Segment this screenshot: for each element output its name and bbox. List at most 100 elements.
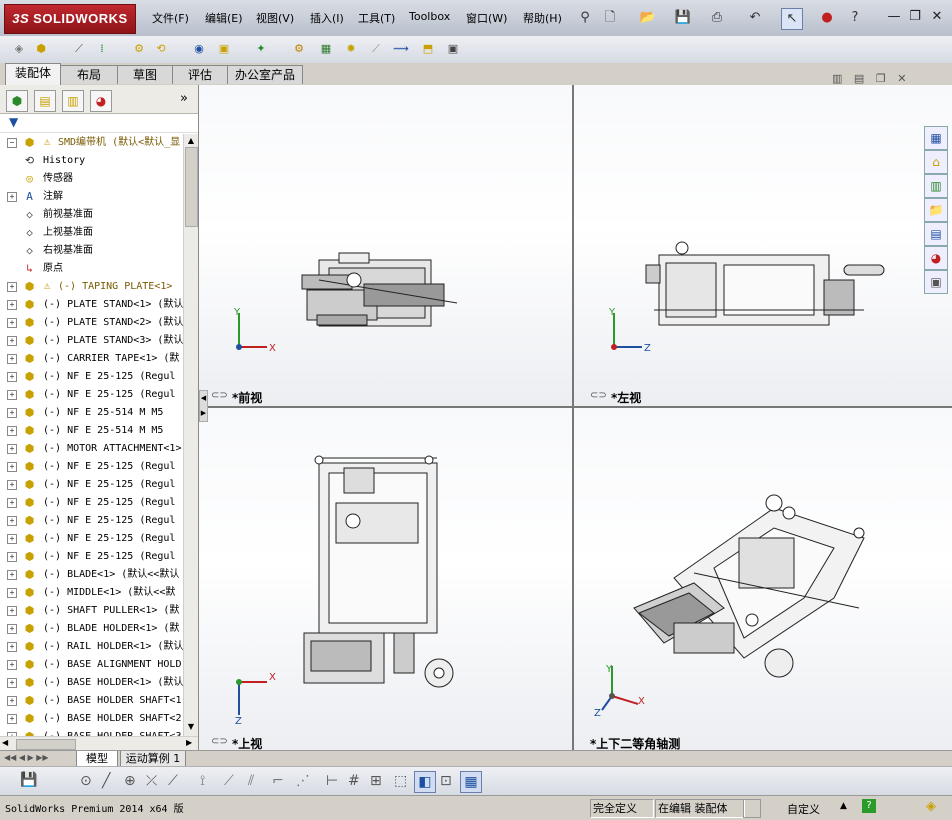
circle-icon[interactable]: ⊙ (80, 773, 92, 789)
mirror-icon[interactable]: ⫽ (248, 773, 254, 789)
tree-expander-icon[interactable]: + (7, 282, 17, 292)
tree-item[interactable]: + ⬢ (-) BASE HOLDER SHAFT<2 (0, 710, 183, 728)
scroll-thumb[interactable] (185, 147, 198, 227)
tree-expander-icon[interactable]: + (7, 624, 17, 634)
show-hidden-icon[interactable]: ◉ (190, 40, 208, 58)
menu-window[interactable]: 窗口(W) (466, 10, 507, 26)
configuration-manager-tab-icon[interactable]: ▥ (62, 90, 84, 112)
tree-item[interactable]: + ⬢ (-) NF E 25-125 (Regul (0, 548, 183, 566)
menu-toolbox[interactable]: Toolbox (409, 10, 450, 23)
panel-expand-icon[interactable]: » (180, 91, 188, 106)
tree-expander-icon[interactable]: + (7, 390, 17, 400)
tree-expander-icon[interactable]: + (7, 588, 17, 598)
shaded-view-icon[interactable]: ◧ (414, 771, 436, 793)
tree-expander-icon[interactable]: + (7, 480, 17, 490)
tab-office-products[interactable]: 办公室产品 (227, 65, 303, 84)
tree-item[interactable]: ◇ 前视基准面 (0, 206, 183, 224)
section-icon[interactable]: ⊡ (440, 773, 452, 789)
menu-help[interactable]: 帮助(H) (523, 10, 562, 26)
hscroll-thumb[interactable] (16, 739, 76, 750)
tree-expander-icon[interactable]: + (7, 534, 17, 544)
tree-item[interactable]: + ⬢ (-) NF E 25-125 (Regul (0, 458, 183, 476)
select-cursor-icon[interactable]: ↖ (781, 8, 803, 30)
tree-expander-icon[interactable]: + (7, 462, 17, 472)
smart-fasteners-icon[interactable]: ⚙ (130, 40, 148, 58)
tab-sketch[interactable]: 草图 (117, 65, 173, 84)
tab-layout[interactable]: 布局 (60, 65, 118, 84)
tree-expander-icon[interactable]: − (7, 138, 17, 148)
tree-item[interactable]: + ⬢ (-) NF E 25-125 (Regul (0, 494, 183, 512)
tree-expander-icon[interactable]: + (7, 408, 17, 418)
tree-item[interactable]: + ⬢ (-) BLADE HOLDER<1> (默 (0, 620, 183, 638)
tree-expander-icon[interactable]: + (7, 642, 17, 652)
tree-item[interactable]: + ⬢ (-) NF E 25-514 M M5 (0, 404, 183, 422)
viewport-front[interactable]: Y X ⊂⊃ *前视 (199, 85, 574, 408)
update-speedpak-icon[interactable]: ⬒ (419, 40, 437, 58)
save-icon[interactable]: 💾 (673, 8, 693, 28)
tab-model[interactable]: 模型 (76, 751, 118, 767)
tree-expander-icon[interactable]: + (7, 426, 17, 436)
tree-item[interactable]: + ⬢ ⚠ (-) TAPING PLATE<1> (0, 278, 183, 296)
notification-icon[interactable]: ◈ (926, 799, 936, 814)
tree-item[interactable]: + ⬢ (-) BASE HOLDER SHAFT<1 (0, 692, 183, 710)
tree-item[interactable]: − ⬢ ⚠ SMD编带机 (默认<默认_显 (0, 134, 183, 152)
save-icon-bottom[interactable]: 💾 (20, 772, 37, 788)
property-manager-tab-icon[interactable]: ▤ (34, 90, 56, 112)
tree-expander-icon[interactable]: + (7, 498, 17, 508)
sketch-tool-icon[interactable]: ⟟ (200, 773, 205, 789)
tree-item[interactable]: ◇ 上视基准面 (0, 224, 183, 242)
view-palette-icon[interactable]: ▤ (924, 222, 948, 246)
split-vertical-icon[interactable]: ▤ (854, 72, 864, 85)
tree-item[interactable]: + ⬢ (-) NF E 25-125 (Regul (0, 512, 183, 530)
filter-icon[interactable]: ▼ (9, 115, 18, 129)
warning-icon[interactable]: ⚠ (40, 135, 54, 149)
tree-expander-icon[interactable]: + (7, 678, 17, 688)
tree-item[interactable]: + ⬢ (-) BASE ALIGNMENT HOLD (0, 656, 183, 674)
help-icon[interactable]: ? (845, 8, 865, 28)
tree-expander-icon[interactable]: + (7, 318, 17, 328)
tree-expander-icon[interactable]: + (7, 714, 17, 724)
tab-scroll-arrows[interactable]: ◀◀ ◀ ▶ ▶▶ (4, 753, 49, 762)
viewport-top[interactable]: X Z ⊂⊃ *上视 (199, 408, 574, 750)
link-views-icon-left[interactable]: ⊂⊃ (590, 390, 607, 401)
rebuild-traffic-light-icon[interactable]: ● (817, 8, 837, 28)
viewport-isometric[interactable]: Y X Z *上下二等角轴测 (574, 408, 952, 750)
tree-item[interactable]: + ⬢ (-) MOTOR ATTACHMENT<1> (0, 440, 183, 458)
reference-geometry-icon[interactable]: ✦ (252, 40, 270, 58)
tree-item[interactable]: + ⬢ (-) NF E 25-125 (Regul (0, 386, 183, 404)
bill-of-materials-icon[interactable]: ▦ (317, 40, 335, 58)
unit-system[interactable]: 自定义 (787, 801, 820, 817)
tree-item[interactable]: + ⬢ (-) CARRIER TAPE<1> (默 (0, 350, 183, 368)
solidworks-logo[interactable]: 3S SOLIDWORKS (4, 4, 136, 34)
linear-pattern-icon[interactable]: ⁞ (93, 40, 111, 58)
new-document-icon[interactable]: 🗋 (600, 8, 620, 28)
tree-item[interactable]: + ⬢ (-) NF E 25-125 (Regul (0, 476, 183, 494)
tree-item[interactable]: + ⬢ (-) BASE HOLDER<1> (默认 (0, 674, 183, 692)
component-icon[interactable]: ◈ (10, 40, 28, 58)
menu-edit[interactable]: 编辑(E) (205, 10, 243, 26)
point-icon[interactable]: ⊕ (124, 773, 136, 789)
solidworks-resources-icon[interactable]: ▦ (924, 126, 948, 150)
pin-icon[interactable]: ⚲ (575, 8, 595, 28)
tree-item[interactable]: + ⬢ (-) PLATE STAND<2> (默认 (0, 314, 183, 332)
appearances-icon[interactable]: ◕ (924, 246, 948, 270)
warning-icon[interactable]: ⚠ (40, 279, 54, 293)
minimize-icon[interactable]: — (885, 8, 903, 26)
table-view-icon[interactable]: ▦ (460, 771, 482, 793)
tree-expander-icon[interactable]: + (7, 372, 17, 382)
dimension-icon[interactable]: ⊢ (326, 773, 338, 789)
tab-assembly[interactable]: 装配体 (5, 63, 61, 85)
tree-item[interactable]: + ⬢ (-) PLATE STAND<1> (默认 (0, 296, 183, 314)
tree-item[interactable]: + A 注解 (0, 188, 183, 206)
tree-item[interactable]: + ⬢ (-) PLATE STAND<3> (默认 (0, 332, 183, 350)
tree-expander-icon[interactable]: + (7, 516, 17, 526)
viewport-left[interactable]: Y Z ⊂⊃ *左视 (574, 85, 952, 408)
feature-manager-tab-icon[interactable]: ⬢ (6, 90, 28, 112)
menu-tools[interactable]: 工具(T) (358, 10, 395, 26)
exploded-view-icon[interactable]: ✸ (342, 40, 360, 58)
unit-dropdown-icon[interactable]: ▲ (840, 801, 847, 811)
tree-expander-icon[interactable]: + (7, 300, 17, 310)
file-explorer-icon[interactable]: 📁 (924, 198, 948, 222)
open-folder-icon[interactable]: 📂 (638, 8, 658, 28)
extend-icon[interactable]: ⟋ (168, 773, 178, 789)
